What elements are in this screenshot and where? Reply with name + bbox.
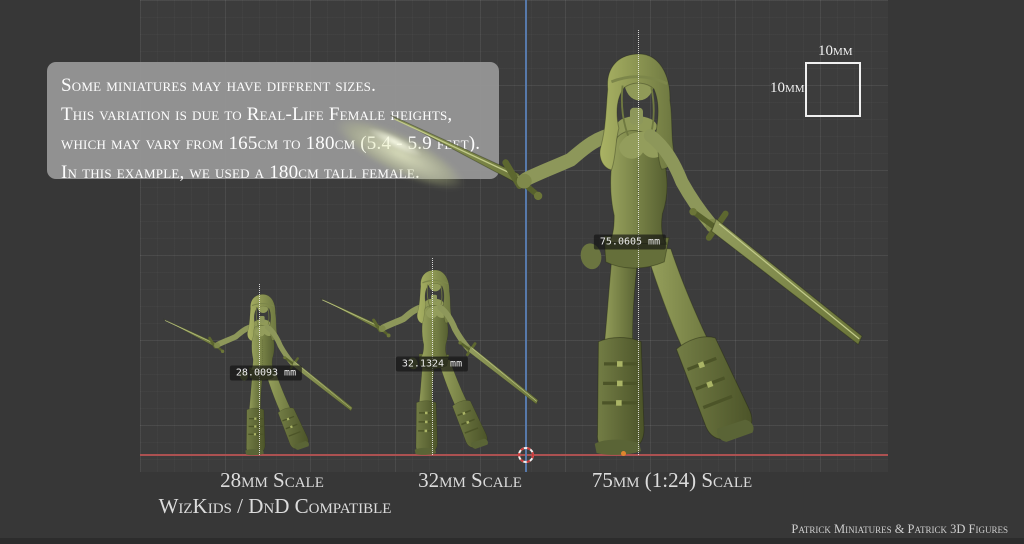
footer-credit: Patrick Miniatures & Patrick 3D Figures: [791, 522, 1008, 537]
scale-label-75mm: 75mm (1:24) Scale: [592, 468, 752, 493]
miniatures-layer: [0, 0, 1024, 544]
scale-label-28mm: 28mm Scale: [220, 468, 324, 493]
viewport-3d[interactable]: Some miniatures may have diffrent sizes.…: [0, 0, 1024, 544]
reference-square-side-label: 10mm: [770, 80, 805, 97]
footer-strip: [0, 538, 1024, 544]
scale-label-28mm-compat: WizKids / DnD Compatible: [159, 494, 392, 519]
measure-value-32mm: 32.1324 mm: [396, 357, 468, 372]
reference-square-10mm: [805, 62, 861, 117]
measure-value-28mm: 28.0093 mm: [230, 366, 302, 381]
cursor-3d[interactable]: [515, 444, 537, 466]
measure-value-75mm: 75.0605 mm: [594, 235, 666, 250]
scale-label-32mm: 32mm Scale: [418, 468, 522, 493]
object-origin-dot[interactable]: [621, 451, 626, 456]
reference-square-top-label: 10mm: [818, 43, 853, 60]
